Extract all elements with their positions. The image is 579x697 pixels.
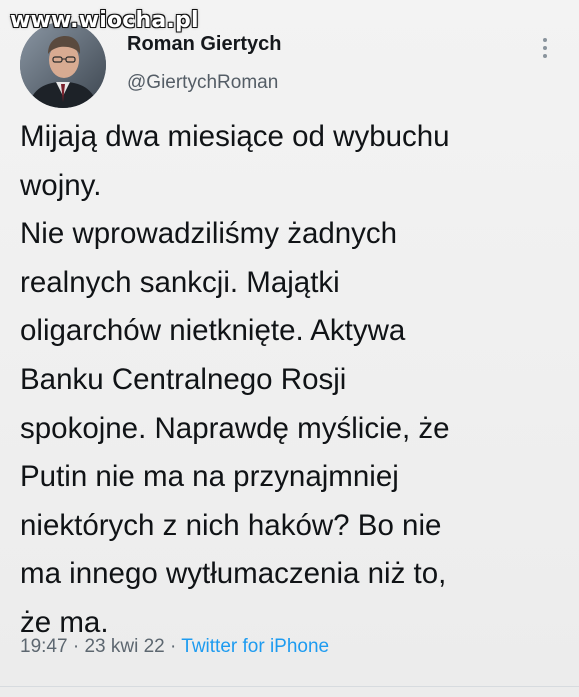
tweet-line: spokojne. Naprawdę myślicie, że [20, 411, 450, 445]
avatar-photo [20, 22, 106, 108]
tweet-line: Banku Centralnego Rosji [20, 362, 347, 396]
more-dot [543, 46, 547, 50]
watermark: www.wiocha.pl [10, 8, 199, 33]
tweet-line: Putin nie ma na przynajmniej [20, 460, 399, 494]
divider [0, 686, 579, 687]
meta-separator: · [72, 636, 80, 657]
tweet-line: niektórych z nich haków? Bo nie [20, 508, 442, 542]
tweet-time[interactable]: 19:47 [20, 636, 68, 657]
tweet-line: realnych sankcji. Majątki [20, 265, 340, 299]
more-dot [543, 38, 547, 42]
tweet-line: ma innego wytłumaczenia niż to, [20, 557, 447, 591]
meta-separator: · [170, 636, 177, 657]
tweet-line: Mijają dwa miesiące od wybuchu [20, 120, 450, 153]
tweet-line: oligarchów nietknięte. Aktywa [20, 314, 406, 348]
tweet-meta: 19:47 · 23 kwi 22 · Twitter for iPhone [20, 636, 329, 658]
author-name[interactable]: Roman Giertych [127, 33, 281, 56]
tweet-card: www.wiocha.pl Roman Giertych @GiertychRo… [0, 0, 579, 697]
tweet-line: wojny. [20, 168, 102, 202]
more-dot [543, 54, 547, 58]
more-vertical-icon[interactable] [537, 36, 553, 62]
tweet-source-link[interactable]: Twitter for iPhone [181, 636, 329, 657]
tweet-text: Mijają dwa miesiące od wybuchu wojny. Ni… [20, 113, 565, 648]
tweet-date[interactable]: 23 kwi 22 [84, 636, 164, 657]
tweet-line: Nie wprowadziliśmy żadnych [20, 217, 398, 251]
avatar[interactable] [20, 22, 106, 108]
author-handle[interactable]: @GiertychRoman [127, 72, 278, 94]
